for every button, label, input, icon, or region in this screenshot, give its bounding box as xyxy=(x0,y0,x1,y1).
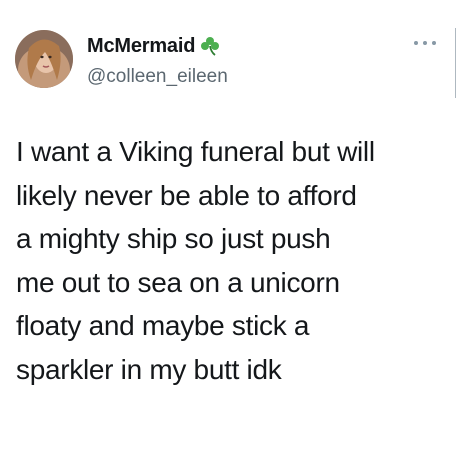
dot-icon xyxy=(432,41,436,45)
tweet-line: I want a Viking funeral but will xyxy=(16,136,375,167)
user-handle[interactable]: @colleen_eileen xyxy=(87,66,228,88)
display-name[interactable]: McMermaid xyxy=(87,35,195,58)
author-name-row: McMermaid xyxy=(87,35,221,58)
more-options-icon[interactable] xyxy=(414,36,436,50)
dot-icon xyxy=(414,41,418,45)
avatar[interactable] xyxy=(15,30,73,88)
tweet-card: McMermaid @colleen_eileen I want a Vikin… xyxy=(0,0,460,469)
shamrock-icon xyxy=(199,35,221,57)
tweet-line: floaty and maybe stick a xyxy=(16,310,310,341)
tweet-line: likely never be able to afford xyxy=(16,179,357,211)
tweet-line: a mighty ship so just push xyxy=(16,223,331,254)
avatar-photo xyxy=(15,30,73,88)
tweet-line: sparkler in my butt idk xyxy=(16,353,282,385)
tweet-text: I want a Viking funeral but will likely … xyxy=(16,130,448,391)
dot-icon xyxy=(423,41,427,45)
tweet-line: me out to sea on a unicorn xyxy=(16,266,340,298)
divider xyxy=(455,28,456,98)
